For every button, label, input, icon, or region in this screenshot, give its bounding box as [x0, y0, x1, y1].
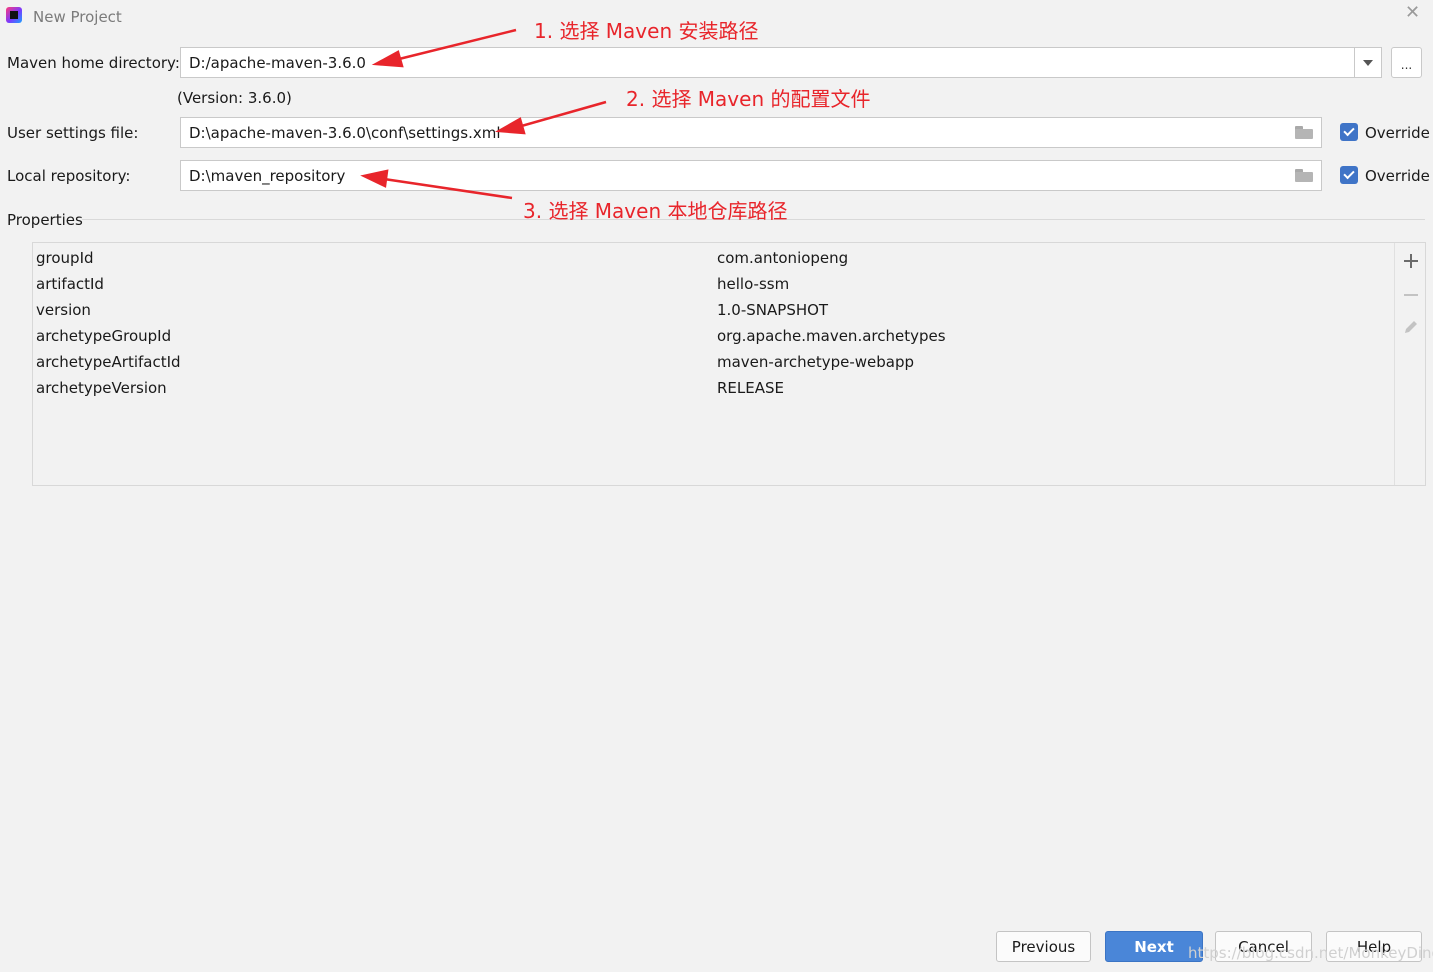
table-row[interactable]: archetypeArtifactId maven-archetype-weba… — [33, 349, 1395, 375]
property-key: version — [36, 301, 91, 319]
annotation-text-2: 2. 选择 Maven 的配置文件 — [626, 83, 870, 112]
properties-table[interactable]: groupId com.antoniopeng artifactId hello… — [33, 243, 1395, 485]
properties-panel: groupId com.antoniopeng artifactId hello… — [32, 242, 1426, 486]
edit-property-button[interactable] — [1403, 319, 1419, 335]
property-value: maven-archetype-webapp — [717, 353, 914, 371]
property-key: archetypeArtifactId — [36, 353, 181, 371]
remove-property-button[interactable] — [1403, 287, 1419, 303]
property-value: org.apache.maven.archetypes — [717, 327, 946, 345]
pencil-icon — [1403, 319, 1419, 335]
annotation-arrowhead-1 — [376, 52, 402, 66]
minus-icon — [1404, 294, 1418, 296]
table-row[interactable]: archetypeGroupId org.apache.maven.archet… — [33, 323, 1395, 349]
annotation-text-3: 3. 选择 Maven 本地仓库路径 — [523, 195, 787, 224]
property-value: hello-ssm — [717, 275, 789, 293]
property-value: RELEASE — [717, 379, 784, 397]
table-row[interactable]: archetypeVersion RELEASE — [33, 375, 1395, 401]
property-key: artifactId — [36, 275, 104, 293]
annotation-arrowhead-3 — [364, 171, 387, 186]
watermark-text: https://blog.csdn.net/MonkeyDing — [1188, 944, 1433, 962]
table-row[interactable]: artifactId hello-ssm — [33, 271, 1395, 297]
property-value: 1.0-SNAPSHOT — [717, 301, 828, 319]
property-key: archetypeGroupId — [36, 327, 171, 345]
annotation-arrow-3 — [384, 179, 512, 198]
annotation-arrowhead-2 — [499, 119, 524, 133]
previous-button[interactable]: Previous — [996, 931, 1091, 962]
annotation-arrow-1 — [395, 30, 516, 60]
table-row[interactable]: version 1.0-SNAPSHOT — [33, 297, 1395, 323]
annotation-arrow-2 — [518, 102, 606, 127]
annotation-text-1: 1. 选择 Maven 安装路径 — [534, 15, 758, 44]
property-key: archetypeVersion — [36, 379, 167, 397]
